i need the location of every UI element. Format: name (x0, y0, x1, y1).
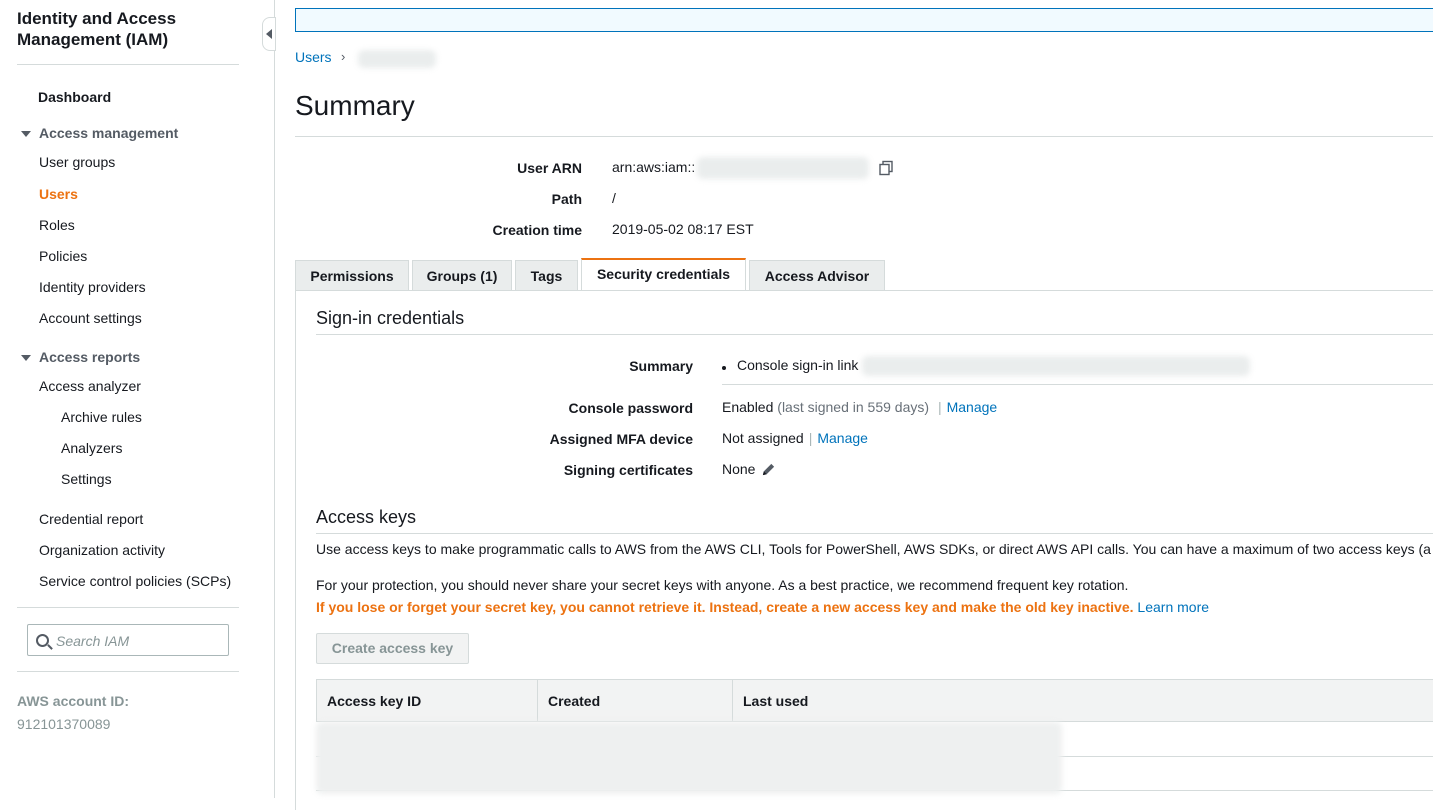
divider (722, 384, 1433, 385)
mfa-label: Assigned MFA device (549, 431, 693, 447)
service-title[interactable]: Identity and Access Management (IAM) (17, 8, 239, 50)
column-created[interactable]: Created (537, 680, 732, 721)
signing-certificates-label: Signing certificates (563, 462, 693, 478)
console-password-label: Console password (568, 400, 693, 416)
sidebar-item-identity-providers[interactable]: Identity providers (39, 279, 146, 295)
sidebar-item-organization-activity[interactable]: Organization activity (39, 542, 165, 558)
breadcrumb-users-link[interactable]: Users (295, 49, 332, 65)
page-title: Summary (295, 90, 415, 121)
manage-mfa-link[interactable]: Manage (817, 430, 868, 446)
divider (17, 607, 239, 608)
collapse-sidebar-button[interactable] (262, 17, 276, 51)
create-access-key-button[interactable]: Create access key (316, 633, 469, 664)
tab-groups[interactable]: Groups (1) (412, 260, 512, 290)
caret-left-icon (266, 29, 272, 39)
creation-time-label: Creation time (492, 222, 582, 238)
sidebar-item-dashboard[interactable]: Dashboard (38, 89, 111, 105)
signing-certificates-value: None (722, 461, 756, 477)
mfa-status: Not assigned (722, 430, 804, 446)
console-password-status: Enabled (722, 399, 774, 415)
tab-security-credentials[interactable]: Security credentials (581, 258, 746, 290)
creation-time-value: 2019-05-02 08:17 EST (612, 221, 754, 237)
breadcrumb-separator: › (341, 49, 346, 64)
console-password-value: Enabled (last signed in 559 days) | Manag… (722, 399, 997, 415)
bullet-icon (722, 366, 726, 370)
console-signin-link-label: Console sign-in link (737, 357, 859, 373)
redacted-access-key-rows (316, 722, 1062, 794)
redacted-signin-link[interactable] (862, 356, 1250, 376)
account-id-label: AWS account ID: (17, 693, 130, 709)
access-keys-description: Use access keys to make programmatic cal… (316, 541, 1431, 557)
user-arn-label: User ARN (517, 160, 582, 176)
caret-down-icon[interactable] (21, 355, 31, 361)
pencil-icon[interactable] (761, 462, 776, 477)
sidebar-item-access-analyzer[interactable]: Access analyzer (39, 378, 141, 394)
signin-summary-label: Summary (629, 358, 693, 374)
manage-password-link[interactable]: Manage (947, 399, 998, 415)
sidebar-item-analyzers[interactable]: Analyzers (61, 440, 122, 456)
console-password-note: (last signed in 559 days) (777, 399, 930, 415)
warning-text: If you lose or forget your secret key, y… (316, 599, 1134, 615)
learn-more-link[interactable]: Learn more (1137, 599, 1209, 615)
warning-line: If you lose or forget your secret key, y… (316, 599, 1209, 615)
sidebar-item-user-groups[interactable]: User groups (39, 154, 115, 170)
tab-permissions[interactable]: Permissions (295, 260, 409, 290)
user-arn-value: arn:aws:iam:: (612, 159, 696, 175)
redacted-username (358, 50, 436, 68)
search-icon (36, 634, 49, 647)
sidebar-section-access-management[interactable]: Access management (39, 125, 178, 141)
protection-note: For your protection, you should never sh… (316, 577, 1129, 593)
divider (316, 334, 1433, 335)
pipe-separator: | (937, 399, 942, 415)
sidebar-item-archive-rules[interactable]: Archive rules (61, 409, 142, 425)
mfa-value: Not assigned | Manage (722, 430, 868, 446)
sidebar-item-credential-report[interactable]: Credential report (39, 511, 143, 527)
column-access-key-id[interactable]: Access key ID (317, 680, 537, 721)
sidebar-item-scps[interactable]: Service control policies (SCPs) (39, 573, 231, 589)
access-keys-heading: Access keys (316, 507, 417, 527)
copy-icon[interactable] (878, 160, 894, 176)
sidebar-item-users[interactable]: Users (39, 186, 78, 202)
tab-tags[interactable]: Tags (515, 260, 578, 290)
access-keys-table-header: Access key ID Created Last used (316, 679, 1433, 722)
sidebar-item-settings[interactable]: Settings (61, 471, 112, 487)
path-value: / (612, 190, 616, 206)
divider (17, 64, 239, 65)
tab-access-advisor[interactable]: Access Advisor (749, 260, 885, 290)
signin-credentials-heading: Sign-in credentials (316, 308, 465, 328)
divider (316, 533, 1433, 534)
sidebar-item-policies[interactable]: Policies (39, 248, 87, 264)
caret-down-icon[interactable] (21, 131, 31, 137)
breadcrumb: Users › (295, 49, 345, 65)
sidebar-item-account-settings[interactable]: Account settings (39, 310, 142, 326)
sidebar: Identity and Access Management (IAM) Das… (0, 0, 275, 798)
divider (295, 136, 1433, 137)
search-input[interactable] (54, 630, 226, 652)
column-last-used[interactable]: Last used (732, 680, 1433, 721)
search-box[interactable] (27, 624, 229, 656)
path-label: Path (551, 191, 582, 207)
sidebar-item-roles[interactable]: Roles (39, 217, 75, 233)
info-banner (295, 8, 1433, 32)
account-id-value: 912101370089 (17, 716, 111, 732)
divider (17, 671, 239, 672)
pipe-separator: | (808, 430, 813, 446)
sidebar-section-access-reports[interactable]: Access reports (39, 349, 140, 365)
redacted-arn (697, 157, 869, 179)
